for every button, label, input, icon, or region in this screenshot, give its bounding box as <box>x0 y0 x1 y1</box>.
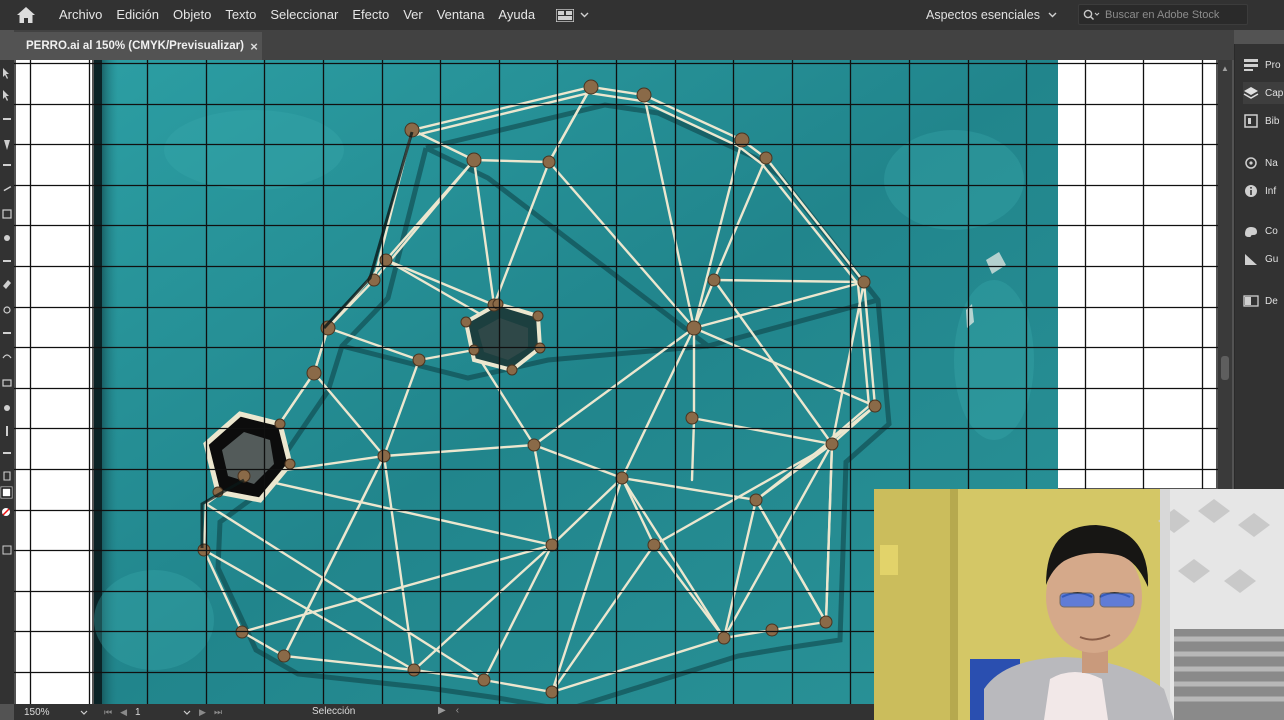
menu-seleccionar[interactable]: Seleccionar <box>263 0 345 30</box>
color-guide-icon <box>1245 254 1257 265</box>
prev-artboard-icon[interactable]: ◀ <box>120 707 127 718</box>
type-tool-icon <box>3 164 11 166</box>
document-tab-title: PERRO.ai al 150% (CMYK/Previsualizar) <box>26 40 244 52</box>
arrange-documents-icon <box>556 8 575 22</box>
zoom-value: 150% <box>24 706 50 718</box>
pen-tool-icon <box>4 140 10 150</box>
magic-wand-tool-icon <box>3 118 11 120</box>
workspace-label: Aspectos esenciales <box>926 8 1040 22</box>
chevron-down-icon <box>80 710 88 715</box>
illustrator-window: Archivo Edición Objeto Texto Seleccionar… <box>0 0 1284 720</box>
blend-tool-icon <box>3 452 11 454</box>
menu-items: Archivo Edición Objeto Texto Seleccionar… <box>52 0 542 30</box>
properties-icon <box>1244 59 1258 71</box>
color-icon <box>1245 227 1257 237</box>
panel-gradient[interactable]: De <box>1243 290 1284 312</box>
menu-bar: Archivo Edición Objeto Texto Seleccionar… <box>0 0 1284 30</box>
menu-objeto[interactable]: Objeto <box>166 0 218 30</box>
menu-efecto[interactable]: Efecto <box>345 0 396 30</box>
rotate-tool-icon <box>3 306 11 314</box>
zoom-dropdown[interactable]: 150% <box>20 705 92 719</box>
artboard-navigator: ⏮ ◀ 1 ▶ ⏭ <box>104 707 222 718</box>
menu-archivo[interactable]: Archivo <box>52 0 109 30</box>
panel-layers[interactable]: Cap <box>1243 82 1284 104</box>
menu-ver[interactable]: Ver <box>396 0 430 30</box>
libraries-icon <box>1244 114 1258 128</box>
chevron-down-icon <box>1048 12 1057 18</box>
panel-navigator-label: Na <box>1265 157 1278 169</box>
info-icon <box>1245 185 1257 197</box>
adobe-stock-search[interactable] <box>1078 4 1248 25</box>
eraser-tool-icon <box>3 280 11 289</box>
tools-icons <box>0 68 13 555</box>
panel-color-label: Co <box>1265 225 1278 237</box>
chevron-down-icon <box>580 12 589 18</box>
shape-builder-tool-icon <box>4 405 10 411</box>
hand-tool-icon <box>3 471 11 481</box>
menu-edicion[interactable]: Edición <box>109 0 166 30</box>
rectangle-tool-icon <box>2 209 12 219</box>
selection-tool-icon <box>3 68 9 79</box>
panel-libraries[interactable]: Bib <box>1243 110 1284 132</box>
panel-properties[interactable]: Pro <box>1243 54 1284 76</box>
panel-properties-label: Pro <box>1265 59 1281 71</box>
eyedropper-tool-icon <box>6 426 8 436</box>
gradient-icon <box>1243 295 1259 307</box>
search-icon <box>1083 9 1100 20</box>
status-next-icon[interactable]: ▶ <box>438 705 446 716</box>
direct-selection-tool-icon <box>3 90 9 101</box>
document-tab-bar: PERRO.ai al 150% (CMYK/Previsualizar) × <box>14 30 1234 60</box>
close-tab-icon[interactable]: × <box>246 39 262 54</box>
tool-status-text: Selección <box>312 706 356 717</box>
warp-tool-icon <box>2 354 12 359</box>
status-bar: 150% ⏮ ◀ 1 ▶ ⏭ Selección ▶ ‹ <box>14 704 874 720</box>
line-tool-icon <box>3 186 12 192</box>
scroll-up-icon[interactable]: ▲ <box>1221 64 1229 73</box>
status-arrows: ▶ ‹ <box>438 705 459 716</box>
draw-mode-icon <box>2 545 12 555</box>
panel-color-guide[interactable]: Gu <box>1243 248 1284 270</box>
panel-color[interactable]: Co <box>1243 220 1284 242</box>
stock-search-input[interactable] <box>1105 8 1245 21</box>
free-transform-tool-icon <box>2 379 12 387</box>
panel-layers-label: Cap <box>1265 87 1284 99</box>
scrollbar-thumb[interactable] <box>1221 356 1229 380</box>
layers-icon <box>1243 87 1259 99</box>
tools-panel <box>0 60 14 704</box>
scale-tool-icon <box>3 332 11 334</box>
menu-ventana[interactable]: Ventana <box>430 0 492 30</box>
panel-info-label: Inf <box>1265 185 1277 197</box>
artboard-number[interactable]: 1 <box>135 707 175 718</box>
webcam-overlay-image <box>874 489 1284 720</box>
document-tab[interactable]: PERRO.ai al 150% (CMYK/Previsualizar) × <box>14 32 262 60</box>
panel-info[interactable]: Inf <box>1243 180 1284 202</box>
navigator-icon <box>1245 157 1257 169</box>
panel-navigator[interactable]: Na <box>1243 152 1284 174</box>
last-artboard-icon[interactable]: ⏭ <box>214 707 222 718</box>
shaper-tool-icon <box>3 260 11 262</box>
menu-ayuda[interactable]: Ayuda <box>491 0 542 30</box>
chevron-down-icon <box>183 710 191 715</box>
panel-gradient-label: De <box>1265 295 1278 307</box>
panel-color-guide-label: Gu <box>1265 253 1279 265</box>
next-artboard-icon[interactable]: ▶ <box>199 707 206 718</box>
workspace-switcher[interactable]: Aspectos esenciales <box>926 0 1057 30</box>
first-artboard-icon[interactable]: ⏮ <box>104 707 112 718</box>
home-icon[interactable] <box>0 0 52 30</box>
menu-texto[interactable]: Texto <box>218 0 263 30</box>
brush-tool-icon <box>4 235 10 241</box>
panel-libraries-label: Bib <box>1265 115 1280 127</box>
status-prev-icon[interactable]: ‹ <box>456 705 459 716</box>
arrange-documents-button[interactable] <box>556 8 589 22</box>
